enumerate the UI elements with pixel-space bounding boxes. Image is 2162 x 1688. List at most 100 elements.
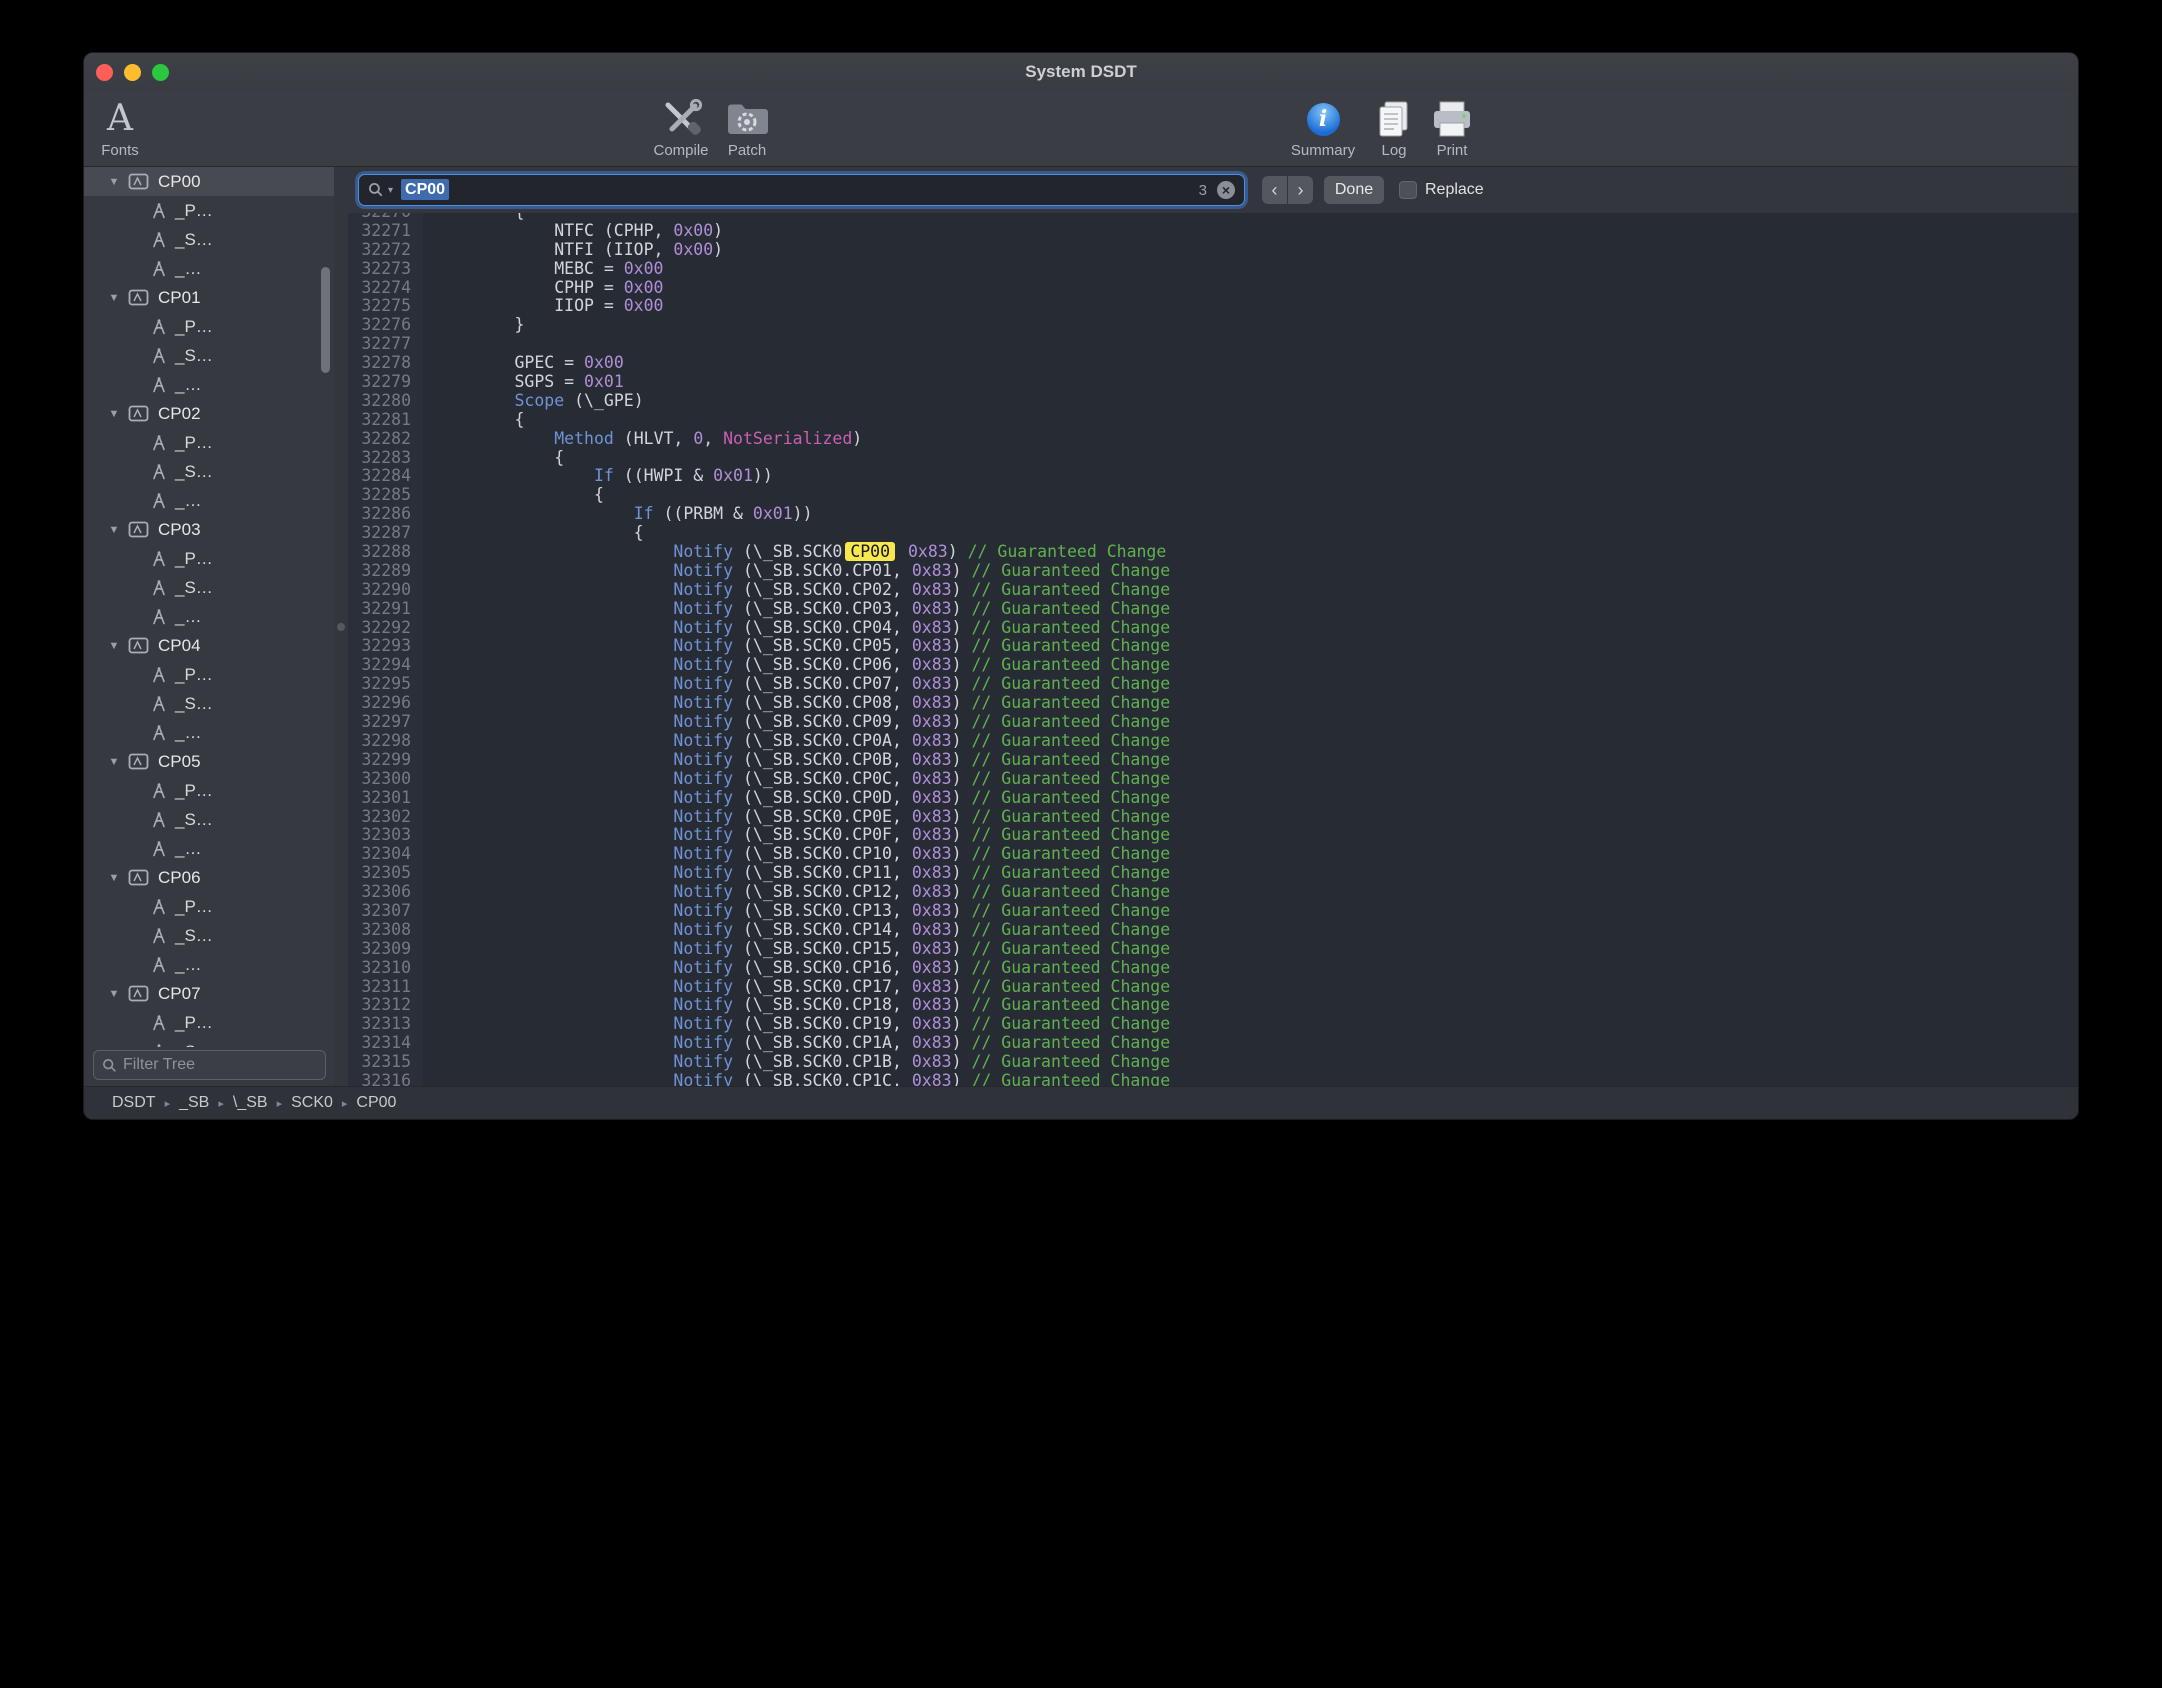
tree-node-cp02[interactable]: ▼ CP02 xyxy=(84,399,334,428)
code-line: 32286 If ((PRBM & 0x01)) xyxy=(348,505,2078,524)
code-line: 32307 Notify (\_SB.SCK0.CP13, 0x83) // G… xyxy=(348,902,2078,921)
tree-node-label: CP04 xyxy=(158,636,201,656)
line-number: 32275 xyxy=(348,297,411,316)
search-query[interactable]: CP00 xyxy=(401,181,1195,199)
disclosure-triangle-icon[interactable]: ▼ xyxy=(106,756,122,768)
tree-node-cp04-child[interactable]: _… xyxy=(84,718,334,747)
tree-node-cp02-child[interactable]: _… xyxy=(84,486,334,515)
done-button[interactable]: Done xyxy=(1324,176,1384,204)
tree-node-cp02-child[interactable]: _P… xyxy=(84,428,334,457)
tree-node-cp03-child[interactable]: _P… xyxy=(84,544,334,573)
tree-node-cp00-child[interactable]: _… xyxy=(84,254,334,283)
filter-tree-field[interactable] xyxy=(93,1050,326,1080)
tree-node-cp00-child[interactable]: _S… xyxy=(84,225,334,254)
tree-node-cp05-child[interactable]: _S… xyxy=(84,805,334,834)
line-number: 32287 xyxy=(348,524,411,543)
content-area: ▼CP00_P…_S…_…▼CP01_P…_S…_…▼CP02_P…_S…_…▼… xyxy=(84,167,2078,1086)
tree-node-cp03[interactable]: ▼CP03 xyxy=(84,515,334,544)
line-number: 32299 xyxy=(348,751,411,770)
code-line: 32309 Notify (\_SB.SCK0.CP15, 0x83) // G… xyxy=(348,940,2078,959)
code-line: 32285 { xyxy=(348,486,2078,505)
disclosure-triangle-icon[interactable]: ▼ xyxy=(106,524,122,536)
tree-node-label: _… xyxy=(175,259,201,279)
code-line: 32306 Notify (\_SB.SCK0.CP12, 0x83) // G… xyxy=(348,883,2078,902)
tree-node-label: _… xyxy=(175,839,201,859)
compile-button[interactable]: Compile xyxy=(649,96,713,159)
breadcrumb-item[interactable]: DSDT xyxy=(112,1094,156,1112)
replace-checkbox[interactable] xyxy=(1399,181,1417,199)
line-number: 32280 xyxy=(348,392,411,411)
tree-node-cp00[interactable]: ▼CP00 xyxy=(84,167,334,196)
breadcrumb-item[interactable]: _SB xyxy=(179,1094,209,1112)
tree-node-label: CP05 xyxy=(158,752,201,772)
zoom-button[interactable] xyxy=(152,64,169,81)
code-editor[interactable]: 32270 {32271 NTFC (CPHP, 0x00)32272 NTFI… xyxy=(348,213,2078,1086)
tree-node-cp04-child[interactable]: _P… xyxy=(84,660,334,689)
method-icon xyxy=(150,550,168,568)
fonts-button[interactable]: A Fonts xyxy=(92,96,148,159)
patch-button[interactable]: Patch xyxy=(715,96,779,159)
find-search-field[interactable]: ▾ CP00 3 × xyxy=(359,175,1244,205)
tree-node-label: _S… xyxy=(175,1042,213,1048)
tree-node-cp06[interactable]: ▼CP06 xyxy=(84,863,334,892)
tree-node-cp04-child[interactable]: _S… xyxy=(84,689,334,718)
tree-node-cp07-child[interactable]: _S… xyxy=(84,1037,334,1047)
line-number: 32308 xyxy=(348,921,411,940)
code-line: 32276 } xyxy=(348,316,2078,335)
minimize-button[interactable] xyxy=(124,64,141,81)
method-icon xyxy=(150,1014,168,1032)
disclosure-triangle-icon[interactable]: ▼ xyxy=(106,988,122,1000)
method-icon xyxy=(150,376,168,394)
tree-node-cp01-child[interactable]: _… xyxy=(84,370,334,399)
tree-node-cp00-child[interactable]: _P… xyxy=(84,196,334,225)
traffic-lights xyxy=(96,53,169,91)
find-next-button[interactable]: › xyxy=(1288,176,1313,204)
search-menu-chevron-icon[interactable]: ▾ xyxy=(388,185,393,196)
line-number: 32289 xyxy=(348,562,411,581)
breadcrumb-item[interactable]: \_SB xyxy=(233,1094,268,1112)
disclosure-triangle-icon[interactable]: ▼ xyxy=(106,640,122,652)
filter-tree-input[interactable] xyxy=(123,1056,317,1074)
tree-node-cp01-child[interactable]: _S… xyxy=(84,341,334,370)
line-number: 32304 xyxy=(348,845,411,864)
tree-node-cp06-child[interactable]: _P… xyxy=(84,892,334,921)
print-button[interactable]: Print xyxy=(1425,96,1479,159)
tree-node-cp05-child[interactable]: _… xyxy=(84,834,334,863)
tree-node-cp01[interactable]: ▼CP01 xyxy=(84,283,334,312)
method-icon xyxy=(150,782,168,800)
close-button[interactable] xyxy=(96,64,113,81)
tree-node-cp05-child[interactable]: _P… xyxy=(84,776,334,805)
find-previous-button[interactable]: ‹ xyxy=(1262,176,1287,204)
disclosure-triangle-icon[interactable]: ▼ xyxy=(106,408,122,420)
disclosure-triangle-icon[interactable]: ▼ xyxy=(106,292,122,304)
code-line: 32294 Notify (\_SB.SCK0.CP06, 0x83) // G… xyxy=(348,656,2078,675)
tree-node-cp02-child[interactable]: _S… xyxy=(84,457,334,486)
sidebar-scrollbar[interactable] xyxy=(321,267,330,373)
tree-node-cp07-child[interactable]: _P… xyxy=(84,1008,334,1037)
code-line: 32273 MEBC = 0x00 xyxy=(348,260,2078,279)
tree-node-label: CP02 xyxy=(158,404,201,424)
tree-node-cp06-child[interactable]: _S… xyxy=(84,921,334,950)
tree-node-label: _S… xyxy=(175,462,213,482)
breadcrumb-item[interactable]: CP00 xyxy=(356,1094,396,1112)
code-line: 32291 Notify (\_SB.SCK0.CP03, 0x83) // G… xyxy=(348,600,2078,619)
code-lines: 32270 {32271 NTFC (CPHP, 0x00)32272 NTFI… xyxy=(348,213,2078,1086)
pane-splitter[interactable] xyxy=(334,167,348,1086)
disclosure-triangle-icon[interactable]: ▼ xyxy=(106,872,122,884)
tree-node-cp03-child[interactable]: _S… xyxy=(84,573,334,602)
disclosure-triangle-icon[interactable]: ▼ xyxy=(106,176,122,188)
summary-button[interactable]: i Summary xyxy=(1283,96,1363,159)
tree-node-cp03-child[interactable]: _… xyxy=(84,602,334,631)
breadcrumb-item[interactable]: SCK0 xyxy=(291,1094,333,1112)
code-line: 32283 { xyxy=(348,449,2078,468)
clear-search-button[interactable]: × xyxy=(1217,181,1235,199)
tree-node-cp06-child[interactable]: _… xyxy=(84,950,334,979)
tree-node-cp01-child[interactable]: _P… xyxy=(84,312,334,341)
log-button[interactable]: Log xyxy=(1367,96,1421,159)
tree-node-cp04[interactable]: ▼ CP04 xyxy=(84,631,334,660)
tree-node-cp07[interactable]: ▼CP07 xyxy=(84,979,334,1008)
code-line: 32310 Notify (\_SB.SCK0.CP16, 0x83) // G… xyxy=(348,959,2078,978)
tree-node-cp05[interactable]: ▼ CP05 xyxy=(84,747,334,776)
code-line: 32271 NTFC (CPHP, 0x00) xyxy=(348,222,2078,241)
line-number: 32288 xyxy=(348,543,411,562)
